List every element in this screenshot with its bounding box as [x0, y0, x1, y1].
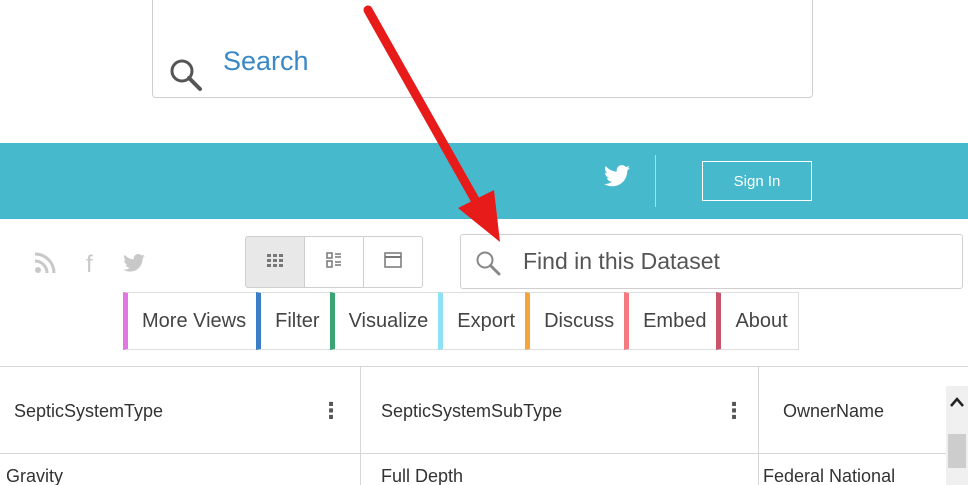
table-cell: Full Depth	[361, 454, 759, 485]
dataset-search-placeholder: Find in this Dataset	[523, 248, 720, 274]
list-view-button[interactable]	[304, 236, 364, 288]
grid-view-button[interactable]	[245, 236, 305, 288]
dataset-search-input[interactable]: Find in this Dataset	[460, 234, 963, 289]
tab-embed[interactable]: Embed	[624, 292, 718, 350]
facebook-icon[interactable]: f	[86, 253, 93, 277]
list-layout-icon	[326, 252, 342, 272]
table-cell: Gravity	[0, 454, 361, 485]
tab-about[interactable]: About	[716, 292, 799, 350]
sign-in-button[interactable]: Sign In	[702, 161, 812, 201]
column-header[interactable]: SepticSystemSubType ⋮	[361, 367, 759, 455]
column-header-label: SepticSystemType	[14, 400, 164, 421]
table-scrollbar[interactable]	[946, 386, 968, 485]
social-links: f	[34, 248, 145, 282]
table-row[interactable]: Gravity Full Depth Federal National	[0, 454, 968, 485]
grid-icon	[267, 253, 283, 272]
tab-more-views[interactable]: More Views	[123, 292, 258, 350]
column-menu-icon[interactable]: ⋮	[320, 398, 342, 424]
tab-visualize[interactable]: Visualize	[329, 292, 440, 350]
header-divider	[655, 155, 656, 207]
scrollbar-thumb[interactable]	[948, 434, 966, 468]
site-search-label: Search	[223, 46, 309, 76]
action-tabs: More Views Filter Visualize Export Discu…	[123, 292, 799, 350]
tab-export[interactable]: Export	[438, 292, 527, 350]
card-view-button[interactable]	[363, 236, 423, 288]
column-header[interactable]: OwnerName	[759, 367, 946, 455]
view-toggle-group	[245, 236, 423, 288]
header-bar: Sign In	[0, 143, 968, 219]
table-header: SepticSystemType ⋮ SepticSystemSubType ⋮…	[0, 366, 968, 455]
site-search-box[interactable]: Search	[152, 0, 813, 98]
tab-discuss[interactable]: Discuss	[525, 292, 626, 350]
column-header-label: OwnerName	[783, 400, 885, 421]
window-icon	[384, 252, 402, 272]
column-header[interactable]: SepticSystemType ⋮	[0, 367, 361, 455]
column-menu-icon[interactable]: ⋮	[723, 398, 745, 424]
scroll-up-icon[interactable]	[949, 392, 965, 413]
column-header-label: SepticSystemSubType	[381, 400, 563, 421]
search-icon	[475, 250, 503, 282]
twitter-share-icon[interactable]	[122, 253, 145, 277]
rss-icon[interactable]	[34, 252, 56, 279]
table-cell: Federal National	[763, 466, 896, 485]
twitter-icon[interactable]	[604, 165, 630, 191]
tab-filter[interactable]: Filter	[256, 292, 331, 350]
search-icon	[169, 58, 205, 98]
